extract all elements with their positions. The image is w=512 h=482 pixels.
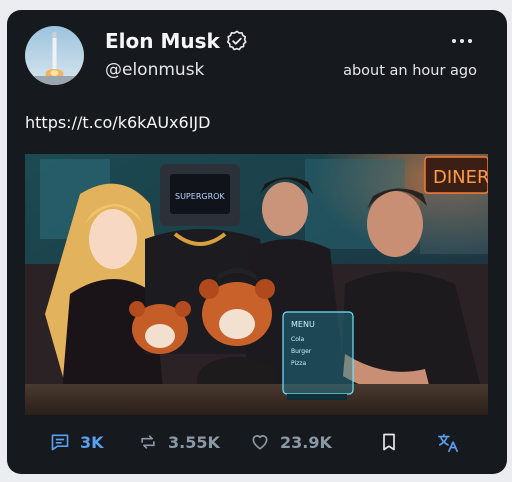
menu-item: Burger — [291, 348, 312, 355]
like-button[interactable]: 23.9K — [250, 432, 332, 452]
tweet-media-image[interactable]: DINER SUPERGROK MENU Cola Burger Pizza — [25, 154, 488, 415]
action-bar: 3K 3.55K 23.9K — [7, 430, 507, 460]
retweet-button[interactable]: 3.55K — [138, 432, 220, 452]
translate-icon — [438, 433, 458, 453]
avatar-rocket-image — [25, 26, 84, 85]
reply-icon — [51, 434, 69, 451]
more-options-icon[interactable] — [447, 30, 477, 50]
display-name-row[interactable]: Elon Musk — [105, 29, 248, 53]
tweet-link[interactable]: https://t.co/k6kAUx6IJD — [25, 113, 210, 132]
like-count: 23.9K — [280, 432, 332, 452]
avatar[interactable] — [25, 26, 84, 85]
bookmark-button[interactable] — [379, 432, 399, 452]
menu-title: MENU — [291, 320, 315, 329]
supergrok-headband-text: SUPERGROK — [175, 192, 225, 201]
diner-sign-text: DINER — [433, 167, 488, 188]
tweet-card: Elon Musk @elonmusk about an hour ago ht… — [7, 10, 507, 474]
bookmark-icon — [383, 433, 395, 451]
retweet-count: 3.55K — [168, 432, 220, 452]
reply-count: 3K — [80, 432, 104, 452]
diner-scene-image: DINER SUPERGROK MENU Cola Burger Pizza — [25, 154, 488, 415]
reply-button[interactable]: 3K — [50, 432, 104, 452]
handle[interactable]: @elonmusk — [105, 60, 204, 80]
retweet-icon — [141, 435, 155, 449]
menu-item: Cola — [291, 336, 305, 343]
translate-button[interactable] — [437, 432, 459, 454]
verified-badge-icon — [226, 30, 248, 52]
menu-item: Pizza — [291, 360, 306, 367]
heart-icon — [252, 435, 268, 450]
holographic-menu: MENU Cola Burger Pizza — [282, 311, 354, 400]
timestamp[interactable]: about an hour ago — [343, 63, 477, 79]
display-name[interactable]: Elon Musk — [105, 29, 220, 53]
